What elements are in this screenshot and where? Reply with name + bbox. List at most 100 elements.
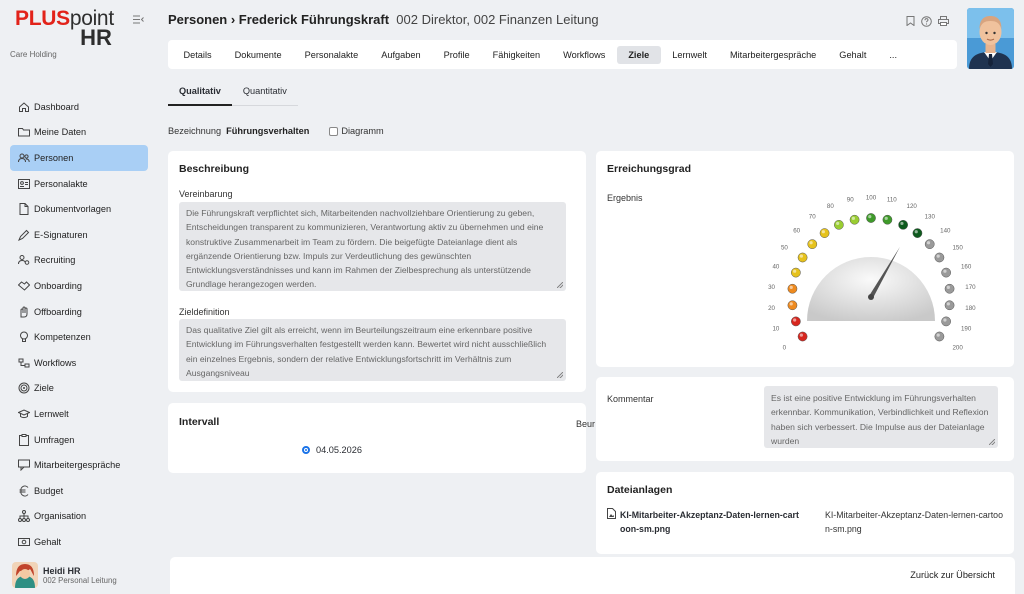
bezeichnung-value: Führungsverhalten	[226, 126, 310, 136]
sidebar-item-gehalt[interactable]: Gehalt	[10, 529, 148, 555]
zieldefinition-textarea[interactable]: Das qualitative Ziel gilt als erreicht, …	[179, 319, 566, 381]
sidebar-item-umfragen[interactable]: Umfragen	[10, 427, 148, 453]
bookmark-icon[interactable]	[906, 16, 915, 30]
erreichungsgrad-card: Erreichungsgrad Ergebnis 0 10 20 30 40 50 60 70…	[596, 151, 1014, 367]
page-title: Personen › Frederick Führungskraft 002 D…	[168, 12, 958, 27]
gauge-dot-highlight	[821, 230, 825, 234]
subtab-quantitativ[interactable]: Quantitativ	[231, 82, 298, 106]
gauge-dot	[944, 300, 955, 311]
gauge-tick-label: 10	[772, 325, 779, 332]
tab-profile[interactable]: Profile	[432, 46, 481, 64]
vereinbarung-label: Vereinbarung	[179, 189, 233, 199]
gauge-dot	[941, 316, 951, 327]
tab-mitarbeitergespräche[interactable]: Mitarbeitergespräche	[718, 46, 827, 64]
gauge-dot-highlight	[851, 216, 855, 220]
gauge-dot-highlight	[946, 302, 950, 306]
recruiting-icon	[17, 253, 31, 267]
intervall-date: 04.05.2026	[316, 445, 362, 455]
tab-fähigkeiten[interactable]: Fähigkeiten	[481, 46, 552, 64]
kommentar-textarea[interactable]: Es ist eine positive Entwicklung im Führ…	[764, 386, 998, 448]
gauge-tick-label: 120	[907, 203, 918, 210]
tab-lernwelt[interactable]: Lernwelt	[661, 46, 719, 64]
gauge-dot-highlight	[936, 254, 940, 258]
tab-more[interactable]: ...	[878, 46, 909, 64]
intervall-card: Intervall 04.05.2026	[168, 403, 586, 473]
sidebar-item-label: Kompetenzen	[34, 332, 91, 343]
sidebar-item-mitarbeitergespräche[interactable]: Mitarbeitergespräche	[10, 452, 148, 478]
vereinbarung-textarea[interactable]: Die Führungskraft verpflichtet sich, Mit…	[179, 202, 566, 291]
sidebar-item-ziele[interactable]: Ziele	[10, 376, 148, 402]
gauge-tick-label: 70	[809, 214, 816, 221]
back-to-overview-button[interactable]: Zurück zur Übersicht	[910, 570, 995, 580]
sidebar-item-label: Organisation	[34, 511, 87, 522]
gauge-tick-label: 50	[781, 245, 788, 252]
tab-dokumente[interactable]: Dokumente	[223, 46, 293, 64]
sidebar-item-label: Umfragen	[34, 434, 75, 445]
sidebar-item-lernwelt[interactable]: Lernwelt	[10, 401, 148, 427]
graduation-cap-icon	[17, 407, 31, 421]
sidebar-item-label: Onboarding	[34, 280, 83, 291]
gauge-dot-highlight	[926, 241, 931, 245]
gauge-dot	[807, 239, 818, 249]
home-icon	[17, 100, 31, 114]
sidebar-item-offboarding[interactable]: Offboarding	[10, 299, 148, 325]
gauge-dot	[797, 331, 808, 342]
file-name[interactable]: KI-Mitarbeiter-Akzeptanz-Daten-lernen-ca…	[620, 508, 802, 536]
tab-personalakte[interactable]: Personalakte	[293, 46, 370, 64]
gauge-dot-highlight	[793, 269, 797, 273]
print-icon[interactable]	[938, 16, 949, 30]
gauge-dot	[866, 213, 876, 223]
pen-icon	[17, 228, 31, 242]
gauge-dot	[912, 228, 923, 238]
footer-bar: Zurück zur Übersicht	[170, 557, 1015, 594]
diagramm-label[interactable]: Diagramm	[341, 126, 383, 136]
gauge-tick-label: 130	[925, 214, 936, 221]
current-user[interactable]: Heidi HR 002 Personal Leitung	[12, 562, 117, 588]
collapse-sidebar-icon[interactable]	[133, 15, 144, 27]
tab-ziele[interactable]: Ziele	[616, 45, 661, 64]
sidebar-item-kompetenzen[interactable]: Kompetenzen	[10, 324, 148, 350]
sidebar-item-meine-daten[interactable]: Meine Daten	[10, 120, 148, 146]
intervall-date-option[interactable]: 04.05.2026	[302, 445, 362, 455]
tab-workflows[interactable]: Workflows	[552, 46, 617, 64]
sidebar-item-label: Offboarding	[34, 306, 82, 317]
main-tabs: Details Dokumente Personalakte Aufgaben Prof…	[168, 40, 957, 69]
tab-gehalt[interactable]: Gehalt	[828, 46, 878, 64]
document-icon	[17, 202, 31, 216]
subtab-qualitativ[interactable]: Qualitativ	[168, 82, 232, 106]
clipboard-icon	[17, 433, 31, 447]
sidebar-item-budget[interactable]: Budget	[10, 478, 148, 504]
sidebar-item-onboarding[interactable]: Onboarding	[10, 273, 148, 299]
gauge-dot	[791, 316, 801, 327]
euro-icon	[17, 484, 31, 498]
gauge-tick-label: 30	[768, 284, 775, 291]
people-icon	[17, 151, 31, 165]
file-attachment-link[interactable]: KI-Mitarbeiter-Akzeptanz-Daten-lernen-ca…	[607, 508, 802, 536]
help-icon[interactable]	[921, 16, 932, 30]
sidebar: PLUSpoint HR Care Holding Dashboard Meine…	[0, 0, 158, 594]
sidebar-item-dokumentvorlagen[interactable]: Dokumentvorlagen	[10, 196, 148, 222]
gauge-tick-label: 20	[768, 305, 775, 312]
tab-aufgaben[interactable]: Aufgaben	[370, 46, 432, 64]
sidebar-item-recruiting[interactable]: Recruiting	[10, 248, 148, 274]
gauge-dot	[849, 214, 860, 225]
sidebar-item-workflows[interactable]: Workflows	[10, 350, 148, 376]
intervall-radio[interactable]	[302, 446, 310, 454]
beschreibung-title: Beschreibung	[179, 163, 250, 175]
sidebar-item-personalakte[interactable]: Personalakte	[10, 171, 148, 197]
sidebar-item-dashboard[interactable]: Dashboard	[10, 94, 148, 120]
sidebar-item-label: Recruiting	[34, 255, 76, 266]
tab-details[interactable]: Details	[172, 46, 223, 64]
employee-avatar[interactable]	[967, 8, 1014, 69]
sidebar-item-organisation[interactable]: Organisation	[10, 504, 148, 530]
ergebnis-label: Ergebnis	[607, 193, 643, 203]
logo-plus: PLUS	[15, 7, 70, 30]
sidebar-item-e-signaturen[interactable]: E-Signaturen	[10, 222, 148, 248]
diagramm-checkbox[interactable]	[329, 126, 339, 136]
plus-point-hr-logo[interactable]: PLUSpoint HR	[15, 8, 114, 49]
sidebar-item-personen[interactable]: Personen	[10, 145, 148, 171]
gauge-tick-label: 200	[952, 345, 963, 352]
gauge-needle-hub	[868, 294, 874, 300]
gauge-dot-highlight	[793, 318, 797, 322]
gauge-dot-highlight	[799, 333, 803, 337]
